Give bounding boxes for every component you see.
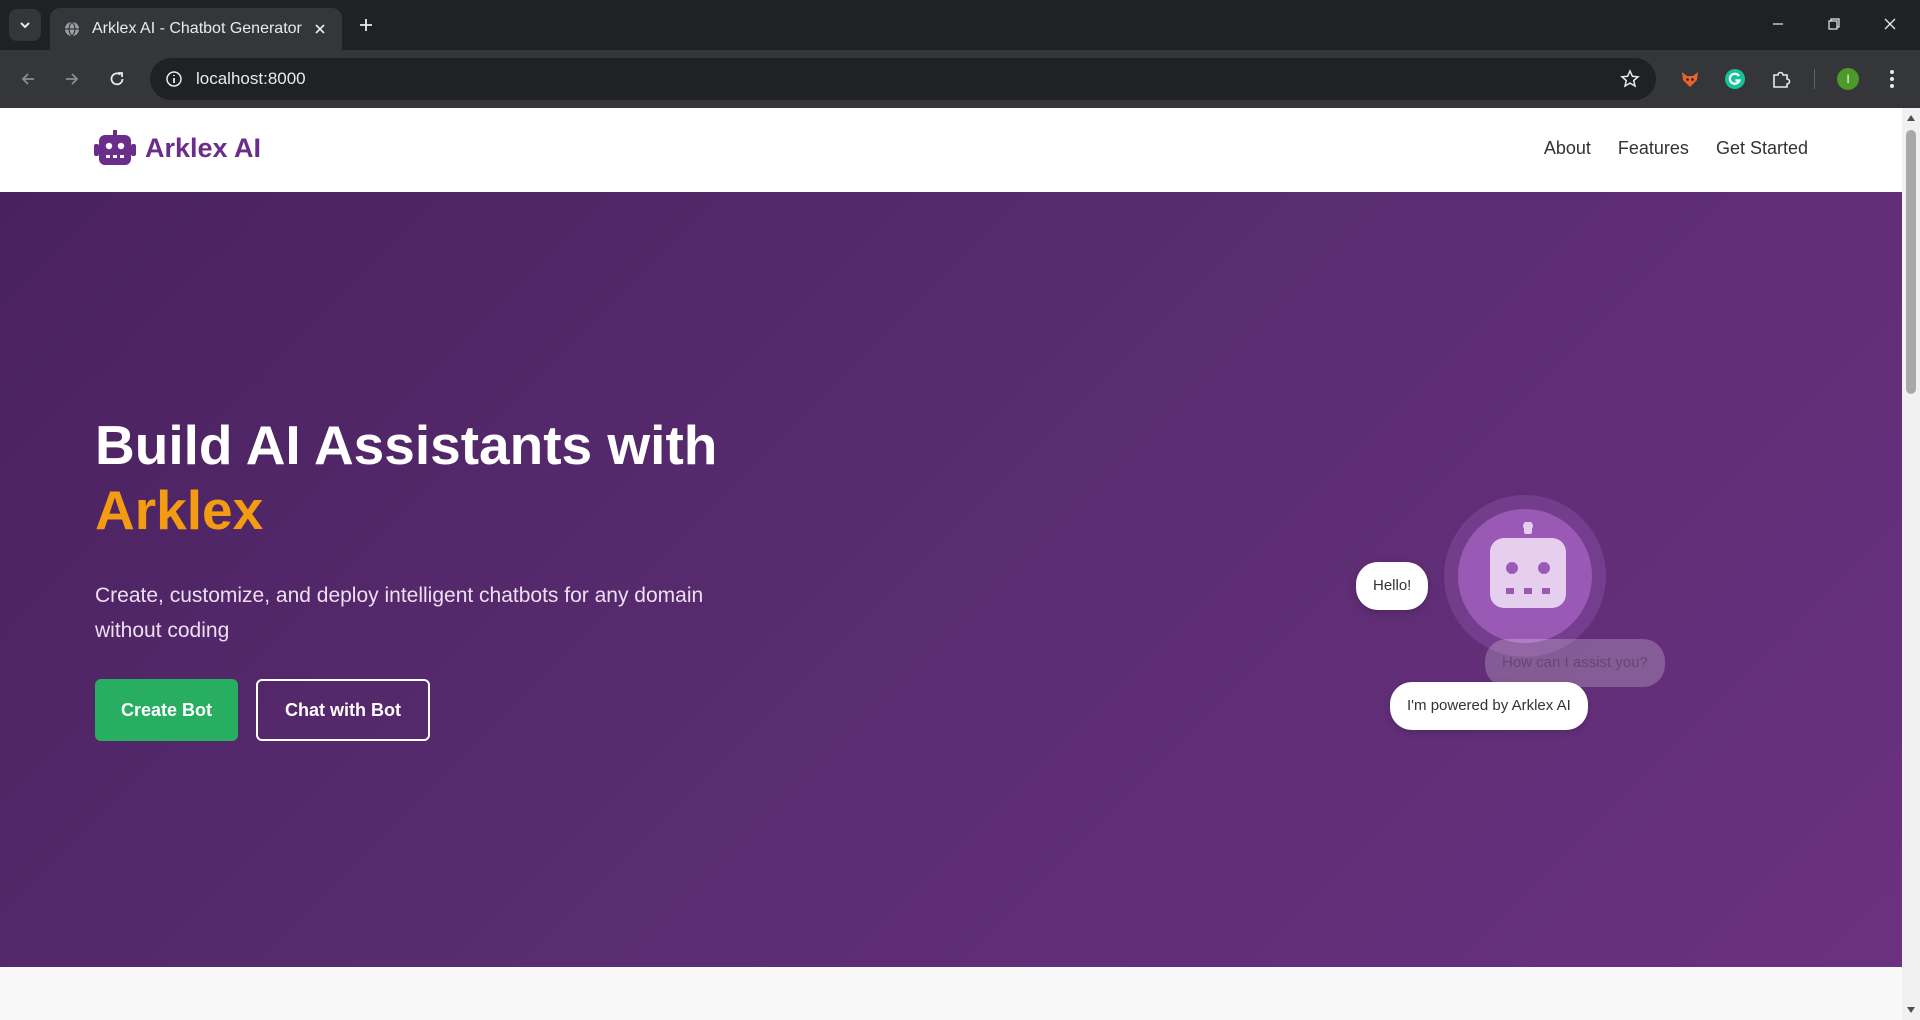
forward-button[interactable] xyxy=(56,63,88,95)
scroll-down-arrow-icon[interactable] xyxy=(1902,1002,1920,1018)
star-icon[interactable] xyxy=(1618,67,1642,91)
tab-search-button[interactable] xyxy=(9,9,41,41)
chat-bubble-assist: How can I assist you? xyxy=(1485,639,1665,687)
url-text[interactable]: localhost:8000 xyxy=(196,69,306,89)
chevron-down-icon xyxy=(20,22,30,29)
chat-bubble-powered: I'm powered by Arklex AI xyxy=(1390,682,1588,730)
hero-subtitle: Create, customize, and deploy intelligen… xyxy=(95,584,704,642)
page-scrollbar[interactable] xyxy=(1902,108,1920,1020)
main-nav: About Features Get Started xyxy=(1544,138,1808,159)
brand-logo[interactable]: Arklex AI xyxy=(94,130,261,166)
minimize-button[interactable] xyxy=(1758,8,1798,40)
new-tab-button[interactable] xyxy=(352,11,380,39)
close-window-button[interactable] xyxy=(1870,8,1910,40)
hero-title-line: Build AI Assistants with xyxy=(95,414,718,476)
hero-title: Build AI Assistants with Arklex xyxy=(95,413,795,543)
arrow-right-icon xyxy=(66,73,79,85)
chat-with-bot-button[interactable]: Chat with Bot xyxy=(256,679,430,741)
page-viewport: Arklex AI About Features Get Started Bui… xyxy=(0,108,1902,1020)
brand-name: Arklex AI xyxy=(145,132,262,163)
browser-tabstrip: Arklex AI - Chatbot Generator xyxy=(0,0,1920,50)
profile-initial: I xyxy=(1846,72,1850,86)
profile-avatar[interactable]: I xyxy=(1834,65,1862,93)
nav-link-about[interactable]: About xyxy=(1544,138,1591,159)
fox-extension-icon[interactable] xyxy=(1676,65,1704,93)
hero-title-accent: Arklex xyxy=(95,479,264,541)
info-icon[interactable] xyxy=(158,63,190,95)
hero-section: Build AI Assistants with Arklex Create, … xyxy=(0,192,1902,967)
arrow-left-icon xyxy=(21,73,34,85)
browser-tab-active[interactable]: Arklex AI - Chatbot Generator xyxy=(50,8,342,50)
create-bot-button[interactable]: Create Bot xyxy=(95,679,238,741)
close-icon[interactable] xyxy=(308,17,332,41)
minimize-icon xyxy=(1773,23,1783,25)
scroll-up-arrow-icon[interactable] xyxy=(1902,110,1920,126)
grammarly-extension-icon[interactable] xyxy=(1721,65,1749,93)
reload-icon xyxy=(110,72,124,86)
close-icon xyxy=(1884,18,1896,30)
plus-icon xyxy=(360,19,372,31)
globe-icon xyxy=(64,21,80,37)
next-section xyxy=(0,967,1902,1020)
robot-icon xyxy=(94,130,136,165)
restore-button[interactable] xyxy=(1814,8,1854,40)
tab-title: Arklex AI - Chatbot Generator xyxy=(92,20,302,37)
chat-bubble-hello: Hello! xyxy=(1356,562,1429,610)
nav-link-features[interactable]: Features xyxy=(1618,138,1689,159)
puzzle-icon[interactable] xyxy=(1767,65,1795,93)
site-header: Arklex AI About Features Get Started xyxy=(0,108,1902,192)
robot-icon xyxy=(1490,522,1566,608)
nav-link-get-started[interactable]: Get Started xyxy=(1716,138,1808,159)
back-button[interactable] xyxy=(12,63,44,95)
toolbar-separator xyxy=(1814,69,1815,89)
reload-button[interactable] xyxy=(101,63,133,95)
address-bar[interactable]: localhost:8000 xyxy=(150,58,1656,100)
kebab-menu-icon[interactable] xyxy=(1878,65,1906,93)
restore-icon xyxy=(1828,18,1840,30)
scrollbar-thumb[interactable] xyxy=(1906,130,1916,394)
browser-toolbar: localhost:8000 I xyxy=(0,50,1920,108)
